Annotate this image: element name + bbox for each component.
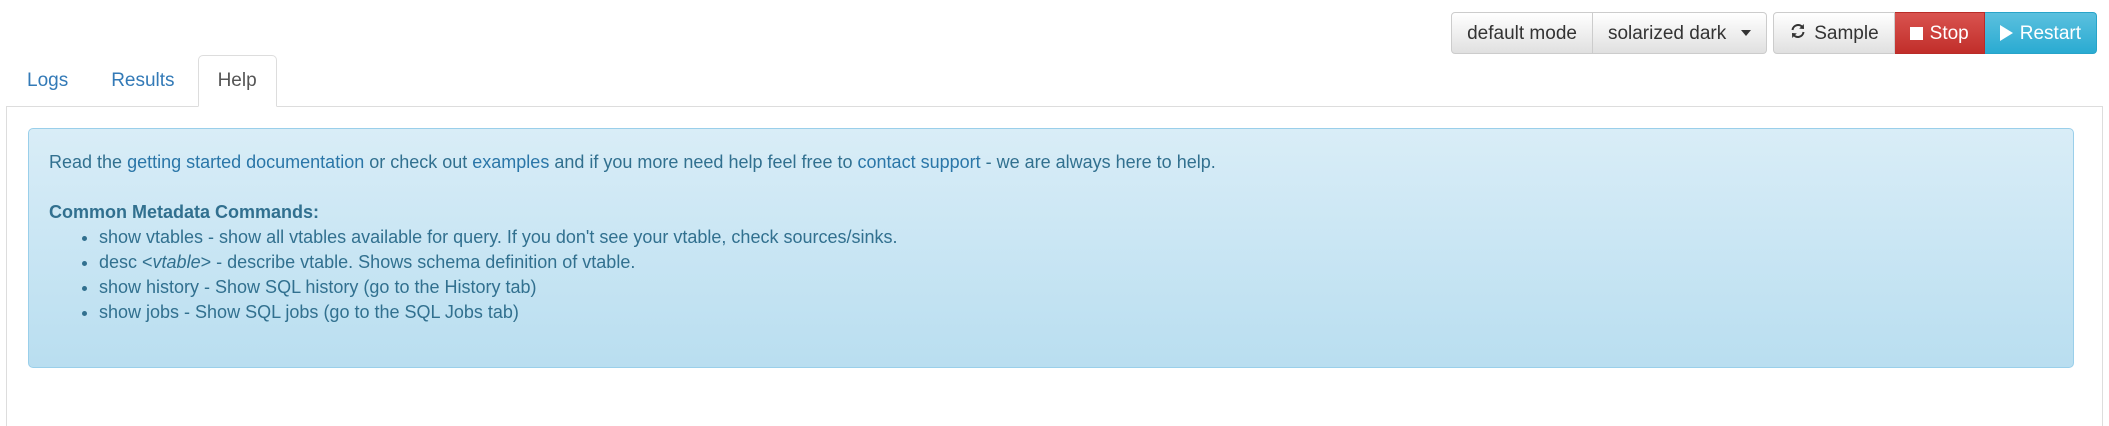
help-panel: Read the getting started documentation o… xyxy=(6,106,2103,426)
commands-list: show vtables - show all vtables availabl… xyxy=(49,225,2053,325)
sample-button[interactable]: Sample xyxy=(1773,12,1895,54)
help-alert: Read the getting started documentation o… xyxy=(28,128,2074,368)
tab-results[interactable]: Results xyxy=(91,55,194,106)
theme-dropdown[interactable]: solarized dark xyxy=(1592,12,1768,54)
list-item: show jobs - Show SQL jobs (go to the SQL… xyxy=(99,300,2053,325)
intro-text-1: Read the xyxy=(49,152,128,172)
help-intro: Read the getting started documentation o… xyxy=(49,149,2053,175)
stop-label: Stop xyxy=(1929,22,1969,44)
stop-icon xyxy=(1909,26,1923,40)
contact-support-link[interactable]: contact support xyxy=(858,152,981,172)
sample-label: Sample xyxy=(1814,22,1879,44)
list-item: desc <vtable> - describe vtable. Shows s… xyxy=(99,250,2053,275)
tab-help[interactable]: Help xyxy=(197,55,277,107)
default-mode-label: default mode xyxy=(1467,22,1577,44)
mode-theme-group: default mode solarized dark xyxy=(1451,12,1768,54)
tab-logs[interactable]: Logs xyxy=(7,55,88,106)
list-item: show vtables - show all vtables availabl… xyxy=(99,225,2053,250)
tab-bar: Logs Results Help xyxy=(6,55,2103,107)
intro-text-3: and if you more need help feel free to xyxy=(549,152,858,172)
vtable-placeholder: vtable xyxy=(152,252,201,272)
commands-heading: Common Metadata Commands: xyxy=(49,202,320,222)
refresh-icon xyxy=(1789,22,1807,44)
caret-down-icon xyxy=(1741,30,1752,36)
desc-suffix: > - describe vtable. Shows schema defini… xyxy=(200,252,636,272)
play-icon xyxy=(1999,25,2013,41)
run-controls-group: Sample Stop Restart xyxy=(1773,12,2097,54)
restart-button[interactable]: Restart xyxy=(1984,12,2097,54)
intro-text-4: - we are always here to help. xyxy=(980,152,1216,172)
restart-label: Restart xyxy=(2019,22,2081,44)
list-item: show history - Show SQL history (go to t… xyxy=(99,275,2053,300)
default-mode-button[interactable]: default mode xyxy=(1451,12,1593,54)
stop-button[interactable]: Stop xyxy=(1894,12,1985,54)
desc-prefix: desc < xyxy=(99,252,153,272)
toolbar: default mode solarized dark Sample Stop xyxy=(1451,12,2097,54)
examples-link[interactable]: examples xyxy=(472,152,549,172)
getting-started-link[interactable]: getting started documentation xyxy=(127,152,364,172)
intro-text-2: or check out xyxy=(364,152,473,172)
theme-label: solarized dark xyxy=(1607,22,1727,44)
